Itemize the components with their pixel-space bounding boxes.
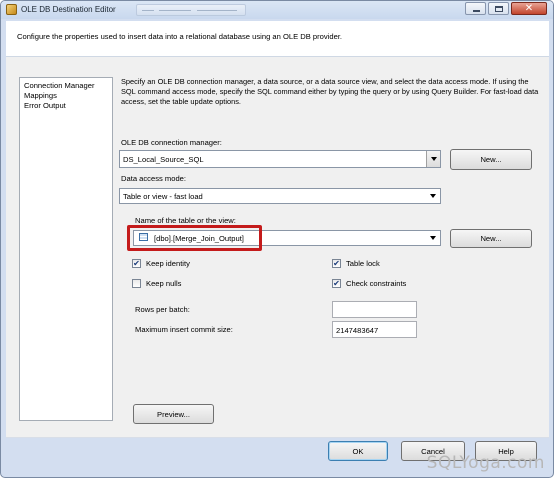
connection-manager-label: OLE DB connection manager: [121, 138, 222, 147]
app-icon [6, 4, 17, 15]
keep-identity-option[interactable]: ✔ Keep identity [132, 259, 190, 268]
new-connection-button[interactable]: New... [450, 149, 532, 170]
minimize-icon [473, 10, 480, 12]
table-lock-checkbox[interactable]: ✔ [332, 259, 341, 268]
nav-item-connection-manager[interactable]: Connection Manager [24, 81, 95, 90]
max-insert-commit-size-label: Maximum insert commit size: [135, 325, 233, 334]
ok-button[interactable]: OK [328, 441, 388, 461]
page-navigation: Connection Manager Mappings Error Output [19, 77, 113, 421]
preview-button[interactable]: Preview... [133, 404, 214, 424]
chevron-down-icon [430, 236, 436, 240]
check-constraints-label: Check constraints [346, 279, 407, 288]
data-access-mode-value: Table or view - fast load [123, 192, 203, 201]
table-lock-option[interactable]: ✔ Table lock [332, 259, 380, 268]
new-table-button[interactable]: New... [450, 229, 532, 248]
maximize-icon [495, 6, 503, 12]
data-access-mode-label: Data access mode: [121, 174, 186, 183]
ghost-line [159, 10, 191, 11]
data-access-mode-dropdown[interactable]: Table or view - fast load [119, 188, 441, 204]
max-insert-commit-size-input[interactable]: 2147483647 [332, 321, 417, 338]
watermark-text: SQLYoga.com [426, 453, 545, 473]
nav-item-mappings[interactable]: Mappings [24, 91, 57, 100]
page-description: Specify an OLE DB connection manager, a … [121, 77, 539, 106]
keep-nulls-label: Keep nulls [146, 279, 182, 288]
keep-nulls-checkbox[interactable] [132, 279, 141, 288]
header-band: Configure the properties used to insert … [6, 21, 549, 57]
background-window-tab [136, 4, 246, 16]
connection-manager-dropdown[interactable]: DS_Local_Source_SQL [119, 150, 441, 168]
close-icon: ✕ [524, 3, 534, 14]
dialog-window: OLE DB Destination Editor ✕ Configure th… [0, 0, 554, 478]
header-description: Configure the properties used to insert … [17, 32, 343, 41]
table-name-label: Name of the table or the view: [135, 216, 236, 225]
check-constraints-checkbox[interactable]: ✔ [332, 279, 341, 288]
max-insert-commit-size-value: 2147483647 [336, 326, 379, 335]
keep-identity-label: Keep identity [146, 259, 190, 268]
minimize-button[interactable] [465, 2, 486, 15]
connection-manager-value: DS_Local_Source_SQL [123, 155, 204, 164]
nav-item-error-output[interactable]: Error Output [24, 101, 66, 110]
check-constraints-option[interactable]: ✔ Check constraints [332, 279, 406, 288]
footer-separator [6, 437, 549, 438]
caption-buttons: ✕ [465, 2, 547, 15]
table-lock-label: Table lock [346, 259, 380, 268]
ghost-line [197, 10, 237, 11]
title-bar[interactable]: OLE DB Destination Editor ✕ [1, 1, 553, 19]
rows-per-batch-input[interactable] [332, 301, 417, 318]
keep-identity-checkbox[interactable]: ✔ [132, 259, 141, 268]
rows-per-batch-label: Rows per batch: [135, 305, 190, 314]
window-title: OLE DB Destination Editor [21, 5, 116, 14]
dropdown-button[interactable] [426, 151, 440, 167]
chevron-down-icon [430, 194, 436, 198]
annotation-highlight-box [127, 225, 262, 251]
chevron-down-icon [431, 157, 437, 161]
close-button[interactable]: ✕ [511, 2, 547, 15]
keep-nulls-option[interactable]: Keep nulls [132, 279, 181, 288]
maximize-button[interactable] [488, 2, 509, 15]
ghost-line [142, 10, 154, 11]
